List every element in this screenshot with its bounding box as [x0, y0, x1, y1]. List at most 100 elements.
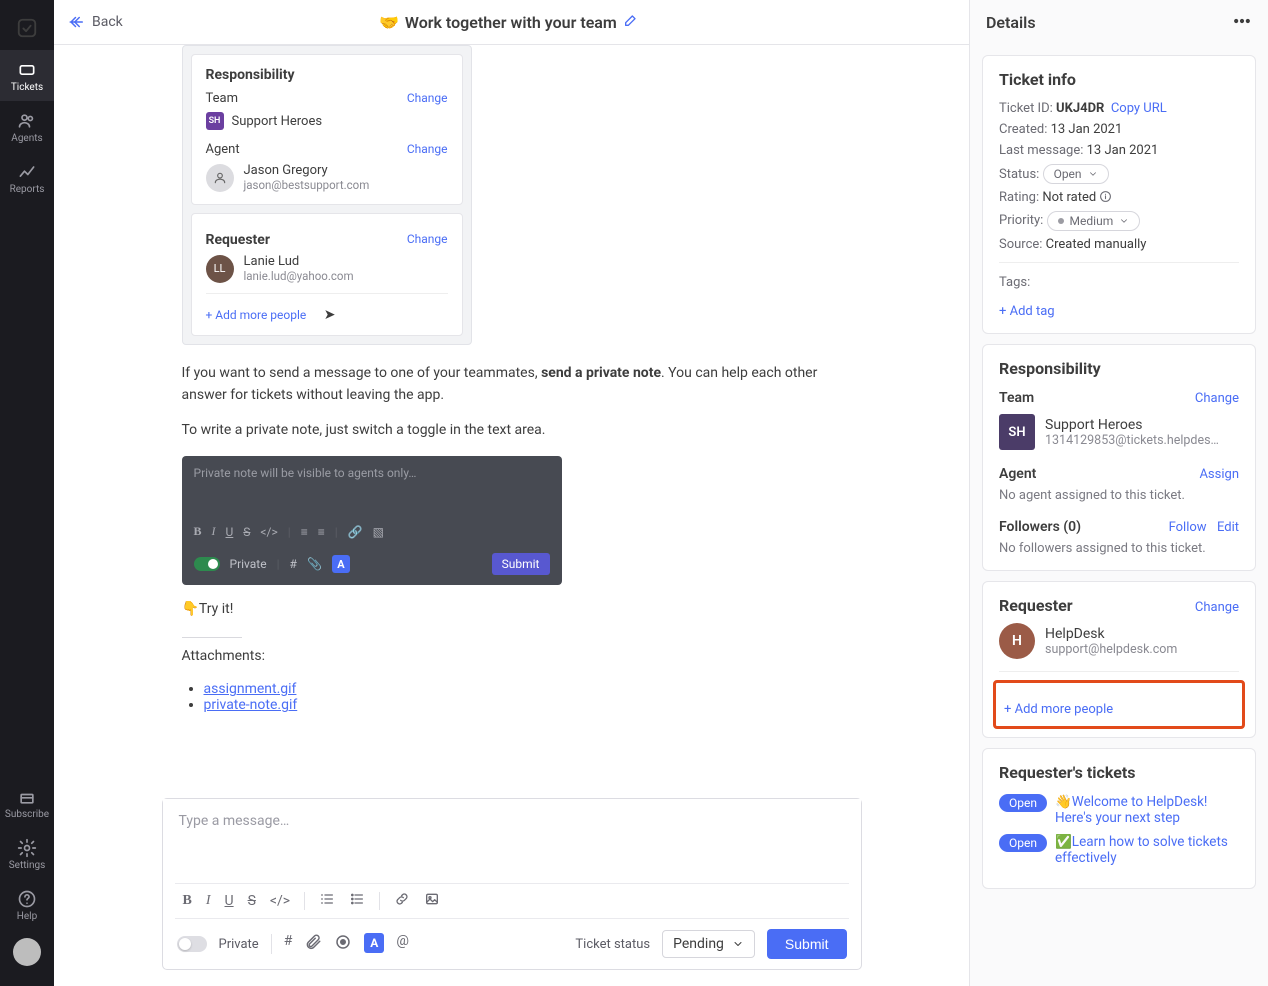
ul-button[interactable]: [349, 891, 365, 911]
responsibility-card: Responsibility Team Change SH Support He…: [982, 344, 1256, 571]
nav-subscribe-label: Subscribe: [0, 809, 54, 820]
team-name: Support Heroes: [1045, 417, 1225, 433]
left-nav: Tickets Agents Reports Subscribe Setting…: [0, 0, 54, 986]
attachment-icon: 📎: [307, 557, 322, 571]
embed-team-name: Support Heroes: [232, 114, 323, 129]
link-button[interactable]: [394, 891, 410, 911]
requester-change-link[interactable]: Change: [1195, 600, 1239, 615]
embed-add-more-people-link[interactable]: + Add more people: [206, 308, 307, 322]
hash-button[interactable]: #: [284, 933, 293, 955]
copy-url-link[interactable]: Copy URL: [1111, 101, 1167, 116]
edit-followers-link[interactable]: Edit: [1217, 520, 1239, 535]
nav-subscribe[interactable]: Subscribe: [0, 777, 54, 828]
requester-tickets-heading: Requester's tickets: [999, 763, 1239, 782]
private-label-preview: Private: [230, 557, 267, 571]
info-icon[interactable]: [1099, 190, 1112, 203]
embed-team-change-link[interactable]: Change: [407, 91, 448, 106]
nav-reports[interactable]: Reports: [0, 152, 54, 203]
embed-private-note-preview: Private note will be visible to agents o…: [182, 456, 562, 585]
last-message-value: 13 Jan 2021: [1087, 143, 1159, 158]
requester-card: Requester Change H HelpDesk support@help…: [982, 581, 1256, 738]
details-more-button[interactable]: [1232, 11, 1252, 35]
bold-button[interactable]: B: [183, 893, 192, 909]
back-button[interactable]: Back: [68, 13, 123, 31]
code-button[interactable]: </>: [270, 893, 290, 909]
attachments-list: assignment.gif private-note.gif: [204, 681, 842, 713]
agent-label: Agent: [999, 466, 1036, 482]
cursor-icon: ➤: [324, 307, 336, 323]
user-avatar[interactable]: [13, 938, 41, 966]
ticket-status-select[interactable]: Pending: [662, 930, 755, 958]
underline-button[interactable]: U: [225, 893, 234, 909]
nav-settings[interactable]: Settings: [0, 828, 54, 879]
ticket-info-card: Ticket info Ticket ID: UKJ4DR Copy URL C…: [982, 55, 1256, 334]
embed-agent-label: Agent: [206, 142, 240, 157]
related-ticket-row[interactable]: Open ✅Learn how to solve tickets effecti…: [999, 834, 1239, 866]
followers-label: Followers (0): [999, 519, 1081, 535]
mention-button[interactable]: @: [396, 933, 409, 955]
requester-name: HelpDesk: [1045, 626, 1177, 642]
team-change-link[interactable]: Change: [1195, 391, 1239, 406]
nav-agents[interactable]: Agents: [0, 101, 54, 152]
page-title: 🤝 Work together with your team: [123, 12, 895, 32]
strike-button[interactable]: S: [248, 893, 256, 909]
embed-agent-email: jason@bestsupport.com: [244, 178, 370, 192]
image-button[interactable]: [424, 891, 440, 911]
agent-assign-link[interactable]: Assign: [1199, 467, 1239, 482]
add-more-people-link[interactable]: + Add more people: [1000, 697, 1121, 724]
related-ticket-link[interactable]: ✅Learn how to solve tickets effectively: [1055, 834, 1239, 866]
nav-agents-label: Agents: [0, 133, 54, 144]
embed-requester-change-link[interactable]: Change: [407, 232, 448, 248]
nav-help[interactable]: Help: [0, 879, 54, 930]
responsibility-heading: Responsibility: [999, 359, 1239, 378]
rating-value: Not rated: [1042, 190, 1096, 205]
private-toggle-preview: [194, 557, 220, 571]
edit-title-button[interactable]: [623, 12, 639, 32]
subscribe-icon: [0, 787, 54, 807]
chevron-down-icon: [732, 938, 744, 950]
requester-tickets-card: Requester's tickets Open 👋Welcome to Hel…: [982, 748, 1256, 889]
hash-icon: #: [290, 557, 297, 571]
attachment-link[interactable]: private-note.gif: [204, 697, 298, 713]
related-ticket-link[interactable]: 👋Welcome to HelpDesk! Here's your next s…: [1055, 794, 1239, 826]
message-input[interactable]: [163, 799, 861, 879]
attachment-link[interactable]: assignment.gif: [204, 681, 297, 697]
top-header: Back 🤝 Work together with your team: [54, 0, 969, 45]
status-select[interactable]: Open: [1043, 164, 1109, 184]
ticket-status-value: Pending: [673, 936, 724, 952]
follow-link[interactable]: Follow: [1169, 520, 1207, 535]
try-it-label: 👇Try it!: [182, 599, 842, 621]
embed-agent-change-link[interactable]: Change: [407, 142, 448, 157]
private-label: Private: [219, 937, 259, 952]
composer-toolbar: B I U S </>: [175, 883, 849, 919]
add-tag-link[interactable]: + Add tag: [999, 304, 1055, 319]
team-email: 1314129853@tickets.helpdesk.…: [1045, 433, 1225, 448]
title-emoji: 🤝: [379, 13, 399, 32]
embed-requester-avatar: LL: [206, 255, 234, 283]
attach-button[interactable]: [304, 933, 322, 955]
ticket-id-value: UKJ4DR: [1056, 101, 1104, 116]
nav-reports-label: Reports: [0, 184, 54, 195]
italic-button[interactable]: I: [206, 893, 211, 909]
embed-requester-heading: Requester: [206, 232, 270, 248]
arrow-left-icon: [68, 13, 86, 31]
chevron-down-icon: [1088, 169, 1098, 179]
nav-settings-label: Settings: [0, 860, 54, 871]
nav-tickets-label: Tickets: [0, 82, 54, 93]
nav-tickets[interactable]: Tickets: [0, 50, 54, 101]
format-icon: A: [332, 555, 350, 573]
related-ticket-row[interactable]: Open 👋Welcome to HelpDesk! Here's your n…: [999, 794, 1239, 826]
priority-select[interactable]: Medium: [1047, 211, 1141, 231]
private-toggle[interactable]: [177, 936, 207, 952]
record-button[interactable]: [334, 933, 352, 955]
requester-heading: Requester: [999, 596, 1073, 615]
app-logo-icon[interactable]: [16, 6, 38, 50]
format-button[interactable]: A: [364, 933, 384, 953]
open-badge: Open: [999, 794, 1047, 812]
priority-dot-icon: [1058, 218, 1064, 224]
chevron-down-icon: [1119, 216, 1129, 226]
submit-button[interactable]: Submit: [767, 929, 847, 959]
back-label: Back: [92, 14, 123, 30]
embed-agent-avatar: [206, 164, 234, 192]
ol-button[interactable]: [319, 891, 335, 911]
